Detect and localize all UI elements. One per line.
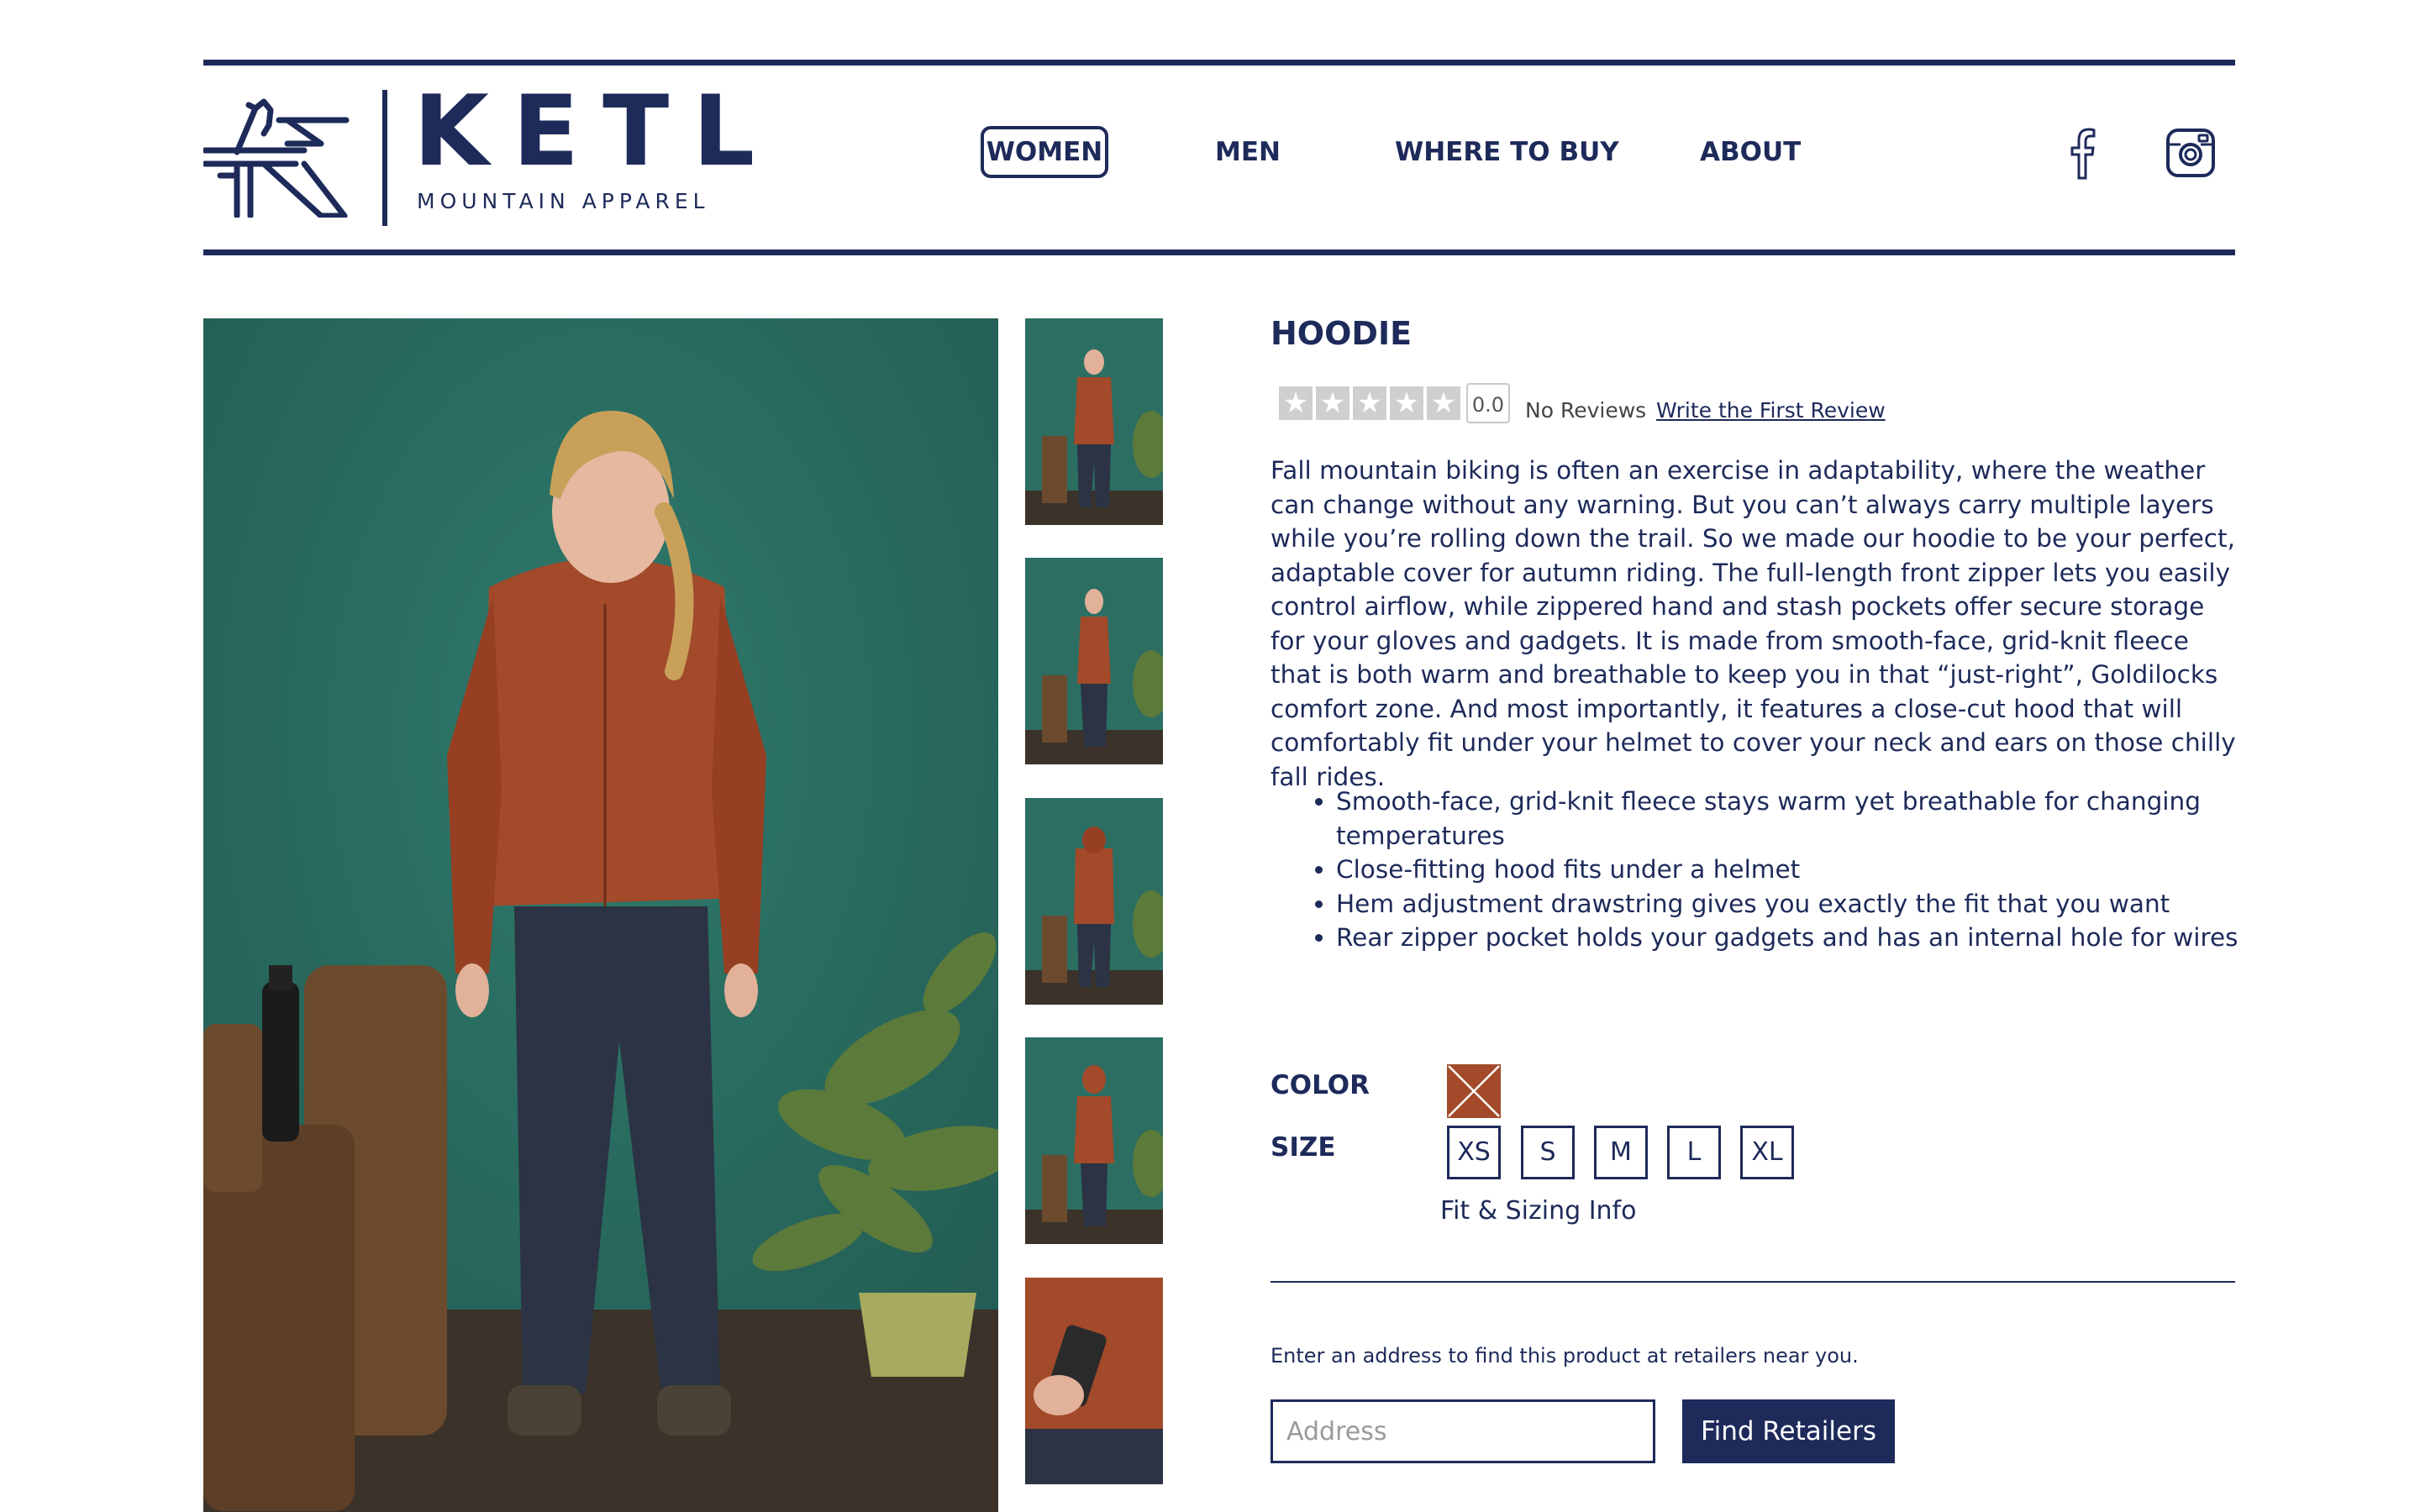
- size-label: SIZE: [1270, 1132, 1336, 1163]
- star-icon: ★: [1279, 386, 1313, 420]
- star-icon: ★: [1390, 386, 1423, 420]
- header-bottom-rule: [203, 249, 2235, 255]
- main-product-image[interactable]: [203, 318, 998, 1512]
- thumbnail-back-photo: [1025, 798, 1163, 1005]
- nav-where-to-buy[interactable]: WHERE TO BUY: [1395, 129, 1619, 175]
- product-title: HOODIE: [1270, 315, 1413, 352]
- feature-item: Close-fitting hood fits under a helmet: [1336, 853, 2269, 887]
- thumbnail-side-photo: [1025, 558, 1163, 764]
- review-count: No Reviews: [1525, 398, 1647, 423]
- feature-item: Hem adjustment drawstring gives you exac…: [1336, 887, 2269, 921]
- thumbnail-1[interactable]: [1025, 318, 1163, 525]
- logo-divider: [382, 90, 387, 226]
- nav-women[interactable]: WOMEN: [981, 126, 1108, 178]
- nav-men[interactable]: MEN: [1215, 129, 1281, 175]
- brand-name: KETL: [413, 75, 779, 188]
- thumbnail-2[interactable]: [1025, 558, 1163, 764]
- thumbnail-5[interactable]: [1025, 1278, 1163, 1484]
- size-option-m[interactable]: M: [1594, 1126, 1648, 1179]
- retailer-hint: Enter an address to find this product at…: [1270, 1344, 1859, 1368]
- facebook-icon[interactable]: [2067, 126, 2101, 180]
- feature-list: Smooth-face, grid-knit fleece stays warm…: [1302, 785, 2269, 955]
- thumbnail-4[interactable]: [1025, 1037, 1163, 1244]
- product-description: Fall mountain biking is often an exercis…: [1270, 456, 2236, 791]
- address-input[interactable]: [1270, 1399, 1655, 1463]
- model-photo: [203, 318, 998, 1512]
- section-divider: [1270, 1281, 2235, 1283]
- color-label: COLOR: [1270, 1070, 1370, 1100]
- size-option-xs[interactable]: XS: [1447, 1126, 1501, 1179]
- header-top-rule: [203, 60, 2235, 66]
- thumbnail-hood-photo: [1025, 1037, 1163, 1244]
- thumbnail-front-photo: [1025, 318, 1163, 525]
- star-icon: ★: [1316, 386, 1349, 420]
- star-icon: ★: [1427, 386, 1460, 420]
- thumbnail-pocket-photo: [1025, 1278, 1163, 1484]
- size-option-s[interactable]: S: [1521, 1126, 1575, 1179]
- write-review-link[interactable]: Write the First Review: [1656, 398, 1886, 423]
- size-option-xl[interactable]: XL: [1740, 1126, 1794, 1179]
- instagram-icon[interactable]: [2165, 128, 2216, 178]
- feature-item: Rear zipper pocket holds your gadgets an…: [1336, 921, 2269, 955]
- nav-about[interactable]: ABOUT: [1700, 129, 1801, 175]
- star-icon: ★: [1353, 386, 1386, 420]
- bird-logo-icon: [203, 98, 350, 218]
- feature-item: Smooth-face, grid-knit fleece stays warm…: [1336, 785, 2269, 853]
- brand-tagline: MOUNTAIN APPAREL: [417, 189, 710, 213]
- rating-stars: ★ ★ ★ ★ ★: [1279, 386, 1460, 420]
- find-retailers-button[interactable]: Find Retailers: [1682, 1399, 1895, 1463]
- thumbnail-3[interactable]: [1025, 798, 1163, 1005]
- unavailable-cross-icon: [1448, 1065, 1500, 1117]
- color-swatch-rust[interactable]: [1447, 1064, 1501, 1118]
- brand-logo[interactable]: KETL MOUNTAIN APPAREL: [203, 83, 755, 231]
- size-option-l[interactable]: L: [1667, 1126, 1721, 1179]
- rating-score: 0.0: [1466, 383, 1510, 423]
- fit-sizing-link[interactable]: Fit & Sizing Info: [1440, 1196, 1636, 1226]
